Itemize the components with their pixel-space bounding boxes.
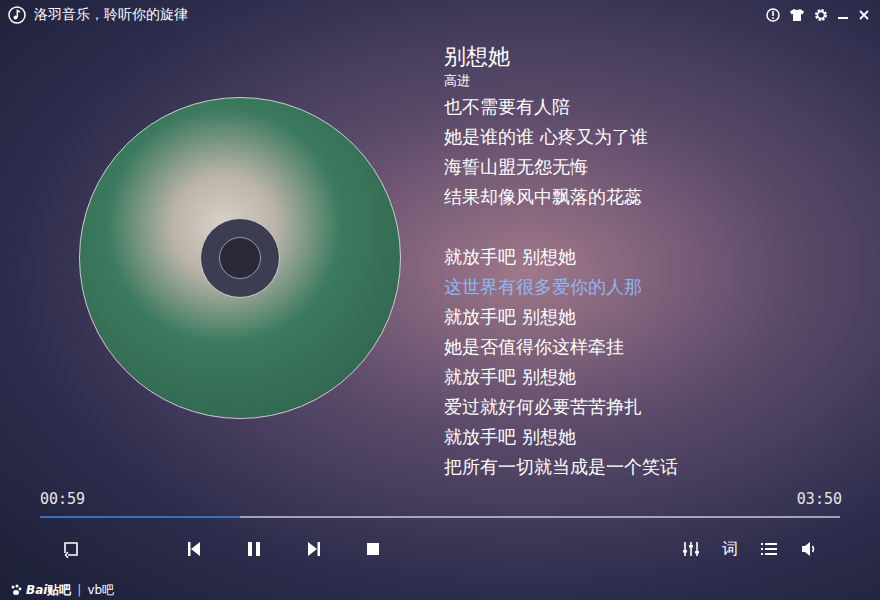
previous-track-icon[interactable]: [186, 540, 202, 558]
elapsed-time: 00:59: [40, 490, 85, 508]
baidu-paw-icon: [10, 584, 22, 596]
volume-icon[interactable]: [800, 540, 818, 558]
watermark-brand: Bai贴吧: [26, 582, 71, 599]
lyrics-panel: 别想她 高进 也不需要有人陪她是谁的谁 心疼又为了谁海誓山盟无怨无悔结果却像风中…: [444, 30, 678, 482]
player-main: 别想她 高进 也不需要有人陪她是谁的谁 心疼又为了谁海誓山盟无怨无悔结果却像风中…: [0, 30, 880, 482]
stop-icon[interactable]: [365, 540, 381, 558]
lyric-line: 把所有一切就当成是一个笑话: [444, 452, 678, 482]
watermark: Bai贴吧 | vb吧: [0, 580, 880, 600]
lyric-line: 这世界有很多爱你的人那: [444, 272, 678, 302]
watermark-board: vb吧: [87, 582, 114, 599]
lyric-line: 爱过就好何必要苦苦挣扎: [444, 392, 678, 422]
lyric-line: 就放手吧 别想她: [444, 362, 678, 392]
song-artist: 高进: [444, 72, 678, 90]
pause-icon[interactable]: [245, 540, 263, 558]
watermark-separator: |: [77, 583, 81, 597]
repeat-mode-icon[interactable]: [62, 540, 80, 558]
lyric-line: 结果却像风中飘落的花蕊: [444, 182, 678, 212]
lyric-line: 就放手吧 别想她: [444, 422, 678, 452]
music-player-window: 洛羽音乐，聆听你的旋律 别想她 高进 也不需要有人陪她是谁的谁 心疼又为了谁海誓…: [0, 0, 880, 600]
total-time: 03:50: [797, 490, 842, 508]
lyrics-button[interactable]: 词: [722, 539, 738, 560]
album-disc: [79, 97, 401, 419]
window-title: 洛羽音乐，聆听你的旋律: [34, 6, 188, 24]
settings-gear-icon[interactable]: [814, 8, 828, 22]
time-row: 00:59 03:50: [0, 482, 880, 508]
equalizer-icon[interactable]: [682, 540, 700, 558]
lyric-line: 也不需要有人陪: [444, 92, 678, 122]
lyric-line: [444, 212, 678, 242]
disc-center-hole: [200, 218, 280, 298]
progress-bar[interactable]: [40, 516, 840, 518]
title-bar: 洛羽音乐，聆听你的旋律: [0, 0, 880, 30]
next-track-icon[interactable]: [306, 540, 322, 558]
lyric-line: 就放手吧 别想她: [444, 242, 678, 272]
control-bar: 词: [0, 518, 880, 580]
lyric-line: 海誓山盟无怨无悔: [444, 152, 678, 182]
minimize-icon[interactable]: [837, 8, 849, 22]
close-icon[interactable]: [858, 8, 870, 22]
info-icon[interactable]: [766, 8, 780, 22]
song-title: 别想她: [444, 42, 678, 72]
music-note-logo-icon: [8, 6, 26, 24]
lyric-line: 她是否值得你这样牵挂: [444, 332, 678, 362]
lyric-line: 她是谁的谁 心疼又为了谁: [444, 122, 678, 152]
skin-shirt-icon[interactable]: [789, 8, 805, 22]
playlist-icon[interactable]: [760, 540, 778, 558]
lyric-line: 就放手吧 别想她: [444, 302, 678, 332]
